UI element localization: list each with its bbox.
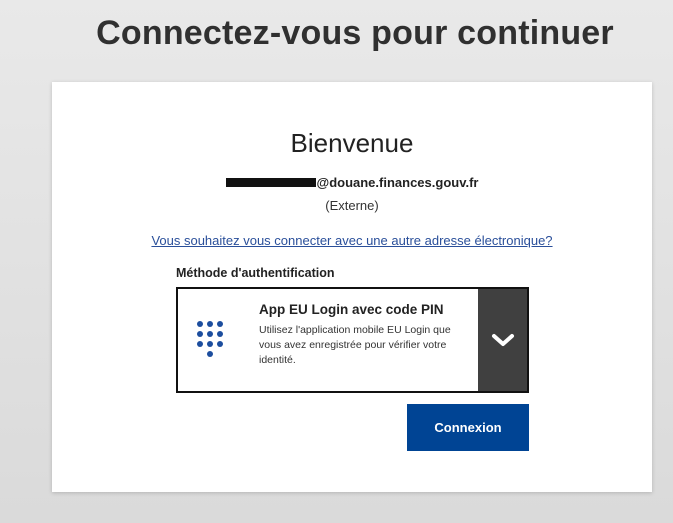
- connect-button[interactable]: Connexion: [407, 404, 529, 451]
- welcome-heading: Bienvenue: [290, 128, 414, 158]
- chevron-down-icon: [491, 334, 514, 346]
- user-email: @douane.finances.gouv.fr: [52, 175, 652, 190]
- keypad-icon: [197, 321, 223, 357]
- email-redaction: [225, 178, 316, 188]
- auth-method-dropdown[interactable]: [478, 289, 527, 391]
- auth-method-description: Utilisez l'application mobile EU Login q…: [259, 324, 451, 366]
- account-type: (Externe): [325, 198, 379, 213]
- auth-method-select[interactable]: App EU Login avec code PIN Utilisez l'ap…: [176, 287, 529, 393]
- email-domain: @douane.finances.gouv.fr: [316, 175, 479, 190]
- auth-method-label: Méthode d'authentification: [176, 266, 335, 280]
- login-card: Bienvenue @douane.finances.gouv.fr (Exte…: [52, 82, 652, 492]
- auth-method-title: App EU Login avec code PIN: [259, 302, 444, 317]
- page-title: Connectez-vous pour continuer: [96, 14, 614, 52]
- other-email-link[interactable]: Vous souhaitez vous connecter avec une a…: [52, 233, 652, 248]
